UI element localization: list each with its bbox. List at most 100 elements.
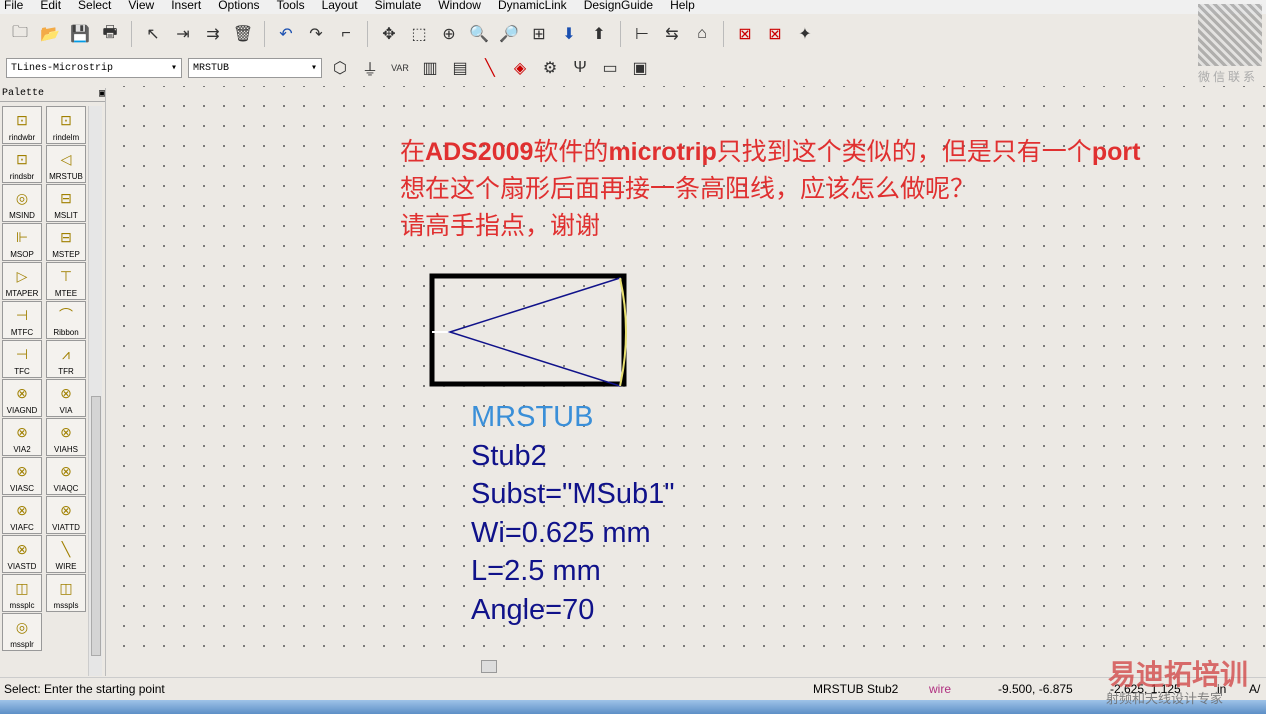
menu-options[interactable]: Options: [218, 0, 259, 14]
insert-port-icon[interactable]: ⇥: [171, 22, 195, 46]
zoom-in-2-icon[interactable]: 🔍: [467, 22, 491, 46]
taskbar: [0, 700, 1266, 714]
save-icon[interactable]: 💾: [68, 22, 92, 46]
palette-item-viagnd[interactable]: ⊗ VIAGND: [2, 379, 42, 417]
component-select[interactable]: MRSTUB ▾: [188, 58, 322, 78]
palette-item-ribbon[interactable]: ⌒ Ribbon: [46, 301, 86, 339]
zoom-out-2-icon[interactable]: 🔎: [497, 22, 521, 46]
palette-item-rindsbr[interactable]: ⊡ rindsbr: [2, 145, 42, 183]
port-icon[interactable]: ⬡: [328, 56, 352, 80]
palette-item-mrstub[interactable]: ◁ MRSTUB: [46, 145, 86, 183]
menu-tools[interactable]: Tools: [277, 0, 305, 14]
chevron-down-icon: ▾: [170, 63, 177, 74]
palette-item-msop[interactable]: ⊩ MSOP: [2, 223, 42, 261]
fit-icon[interactable]: ⊞: [527, 22, 551, 46]
push-down-icon[interactable]: ⬇: [557, 22, 581, 46]
palette-item-mssplc[interactable]: ◫ mssplc: [2, 574, 42, 612]
redo-icon[interactable]: ↷: [304, 22, 328, 46]
palette-item-label: rindsbr: [9, 172, 35, 181]
horizontal-scrollbar[interactable]: [108, 658, 1266, 674]
palette-item-tfr[interactable]: ⩘ TFR: [46, 340, 86, 378]
rindelm-icon: ⊡: [60, 111, 72, 128]
palette-title: Palette: [2, 88, 45, 99]
palette-item-label: MSOP: [10, 250, 34, 259]
menu-layout[interactable]: Layout: [322, 0, 358, 14]
palette-item-viastd[interactable]: ⊗ VIASTD: [2, 535, 42, 573]
undo-icon[interactable]: ↶: [274, 22, 298, 46]
deactivate-icon[interactable]: ⊠: [733, 22, 757, 46]
simulate-gear-icon[interactable]: ⚙: [538, 56, 562, 80]
status-coords: -9.500, -6.875: [998, 682, 1073, 696]
palette-item-mtfc[interactable]: ⊣ MTFC: [2, 301, 42, 339]
schematic-canvas[interactable]: 在ADS2009软件的microtrip只找到这个类似的，但是只有一个port …: [108, 86, 1266, 658]
menu-help[interactable]: Help: [670, 0, 695, 14]
menu-designguide[interactable]: DesignGuide: [584, 0, 653, 14]
menu-dynamiclink[interactable]: DynamicLink: [498, 0, 567, 14]
menu-edit[interactable]: Edit: [40, 0, 61, 14]
tfr-icon: ⩘: [62, 345, 70, 362]
menu-window[interactable]: Window: [438, 0, 481, 14]
ground-icon[interactable]: ⏚: [358, 56, 382, 80]
pan-icon[interactable]: ✥: [377, 22, 401, 46]
mtfc-icon: ⊣: [15, 306, 29, 323]
palette-item-viaqc[interactable]: ⊗ VIAQC: [46, 457, 86, 495]
menu-select[interactable]: Select: [78, 0, 111, 14]
palette-item-mslit[interactable]: ⊟ MSLIT: [46, 184, 86, 222]
new-icon[interactable]: 🗀: [8, 22, 32, 46]
print-icon[interactable]: 🖶: [98, 22, 122, 46]
library-select[interactable]: TLines-Microstrip ▾: [6, 58, 182, 78]
palette-item-viasc[interactable]: ⊗ VIASC: [2, 457, 42, 495]
palette-item-tfc[interactable]: ⊣ TFC: [2, 340, 42, 378]
component-properties[interactable]: MRSTUB Stub2 Subst="MSub1" Wi=0.625 mm L…: [471, 398, 675, 629]
palette-item-msind[interactable]: ◎ MSIND: [2, 184, 42, 222]
menu-view[interactable]: View: [128, 0, 154, 14]
short-icon[interactable]: ⊠: [763, 22, 787, 46]
tuning-fork-icon[interactable]: Ψ: [568, 56, 592, 80]
palette-item-msspls[interactable]: ◫ msspls: [46, 574, 86, 612]
swap-icon[interactable]: ⇆: [660, 22, 684, 46]
pop-up-icon[interactable]: ⬆: [587, 22, 611, 46]
palette-item-viafc[interactable]: ⊗ VIAFC: [2, 496, 42, 534]
viahs-icon: ⊗: [60, 423, 72, 440]
open-icon[interactable]: 📂: [38, 22, 62, 46]
zoom-in-icon[interactable]: ⊕: [437, 22, 461, 46]
magic-wand-icon[interactable]: ✦: [793, 22, 817, 46]
palette-item-mssplr[interactable]: ◎ mssplr: [2, 613, 42, 651]
palette-item-via2[interactable]: ⊗ VIA2: [2, 418, 42, 456]
palette-item-mstep[interactable]: ⊟ MSTEP: [46, 223, 86, 261]
palette-item-label: VIA: [59, 406, 73, 415]
palette-item-mtee[interactable]: ⊤ MTEE: [46, 262, 86, 300]
zoom-area-icon[interactable]: ⬚: [407, 22, 431, 46]
palette-item-viahs[interactable]: ⊗ VIAHS: [46, 418, 86, 456]
insert-pins-icon[interactable]: ⇉: [201, 22, 225, 46]
palette-item-wire[interactable]: ╲ WIRE: [46, 535, 86, 573]
mrstub-symbol[interactable]: [428, 272, 634, 390]
palette-item-mtaper[interactable]: ▷ MTAPER: [2, 262, 42, 300]
equation-icon[interactable]: ▤: [448, 56, 472, 80]
var-icon[interactable]: VAR: [388, 56, 412, 80]
viattd-icon: ⊗: [60, 501, 72, 518]
palette-scrollbar[interactable]: [88, 106, 102, 676]
component-icon[interactable]: ⌂: [690, 22, 714, 46]
menu-simulate[interactable]: Simulate: [375, 0, 422, 14]
palette-restore-button[interactable]: ▣: [99, 88, 105, 101]
wire-label-icon[interactable]: ⊢: [630, 22, 654, 46]
palette-item-viattd[interactable]: ⊗ VIATTD: [46, 496, 86, 534]
library-icon[interactable]: ▥: [418, 56, 442, 80]
save-data-icon[interactable]: ▣: [628, 56, 652, 80]
select-arrow-icon[interactable]: ↖: [141, 22, 165, 46]
data-display-icon[interactable]: ▭: [598, 56, 622, 80]
palette-item-label: mssplc: [9, 601, 35, 610]
palette-item-rindwbr[interactable]: ⊡ rindwbr: [2, 106, 42, 144]
route-icon[interactable]: ⌐: [334, 22, 358, 46]
name-icon[interactable]: ◈: [508, 56, 532, 80]
wire-icon[interactable]: ╲: [478, 56, 502, 80]
prop-angle: Angle=70: [471, 593, 595, 626]
menu-insert[interactable]: Insert: [171, 0, 201, 14]
menu-file[interactable]: File: [4, 0, 23, 14]
palette-item-via[interactable]: ⊗ VIA: [46, 379, 86, 417]
delete-icon[interactable]: 🗑: [231, 22, 255, 46]
palette-item-rindelm[interactable]: ⊡ rindelm: [46, 106, 86, 144]
mstep-icon: ⊟: [60, 228, 72, 245]
palette-item-label: VIAFC: [10, 523, 34, 532]
